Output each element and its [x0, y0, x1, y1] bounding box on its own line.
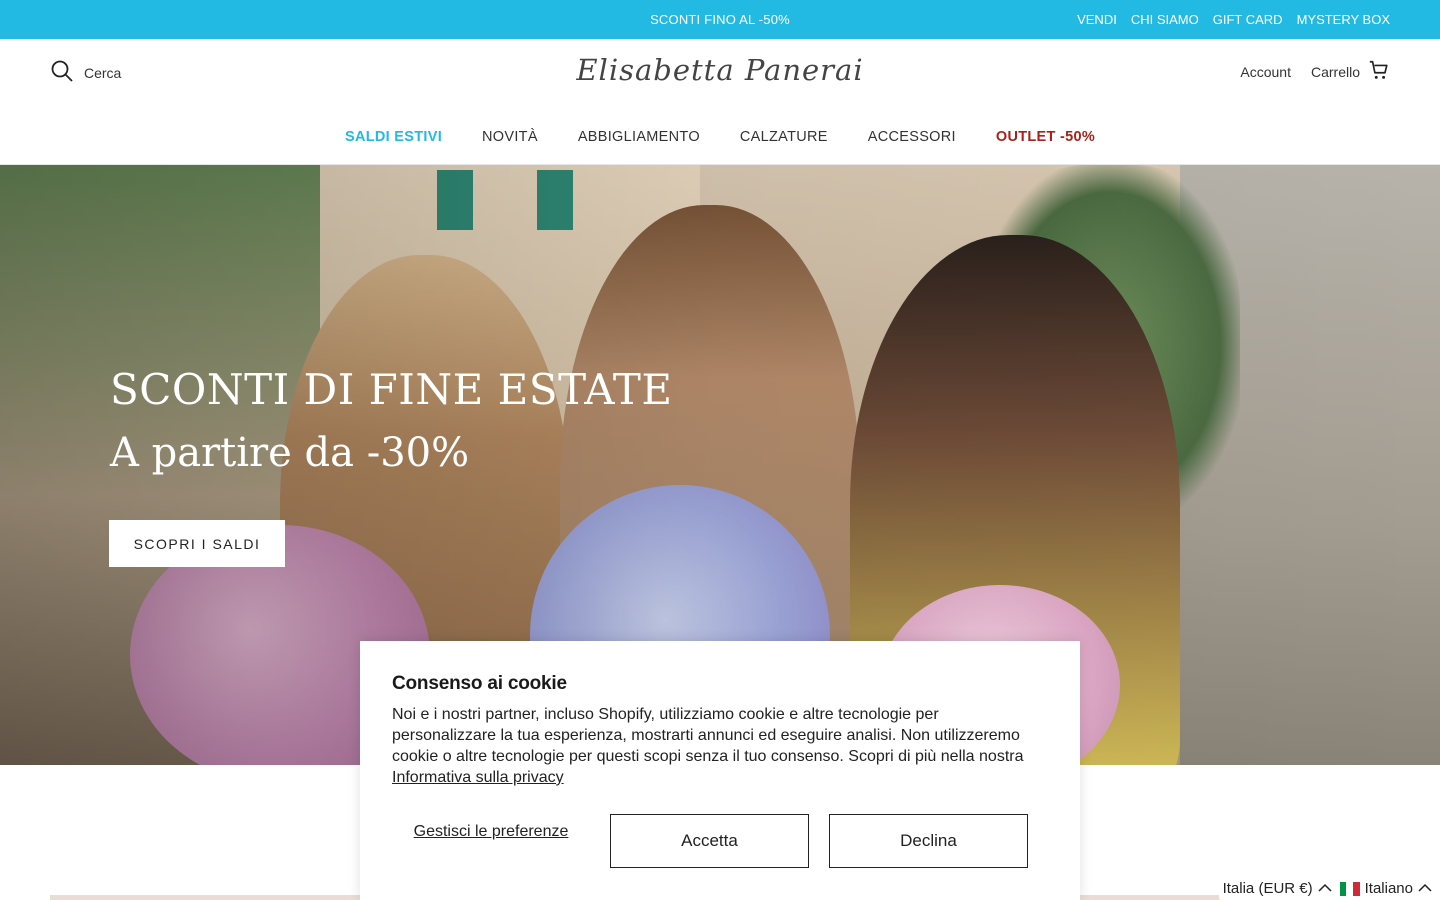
accept-button[interactable]: Accetta — [610, 814, 809, 868]
top-link-chi-siamo[interactable]: CHI SIAMO — [1131, 12, 1199, 27]
top-link-mystery-box[interactable]: MYSTERY BOX — [1297, 12, 1390, 27]
cookie-consent-dialog: Consenso ai cookie Noi e i nostri partne… — [360, 641, 1080, 900]
cart-button[interactable]: Carrello — [1311, 59, 1390, 84]
top-links: VENDI CHI SIAMO GIFT CARD MYSTERY BOX — [1077, 12, 1390, 27]
country-selector[interactable]: Italia (EUR €) — [1223, 880, 1332, 897]
cart-label: Carrello — [1310, 63, 1360, 80]
main-nav: SALDI ESTIVI NOVITÀ ABBIGLIAMENTO CALZAT… — [0, 109, 1440, 165]
hero-title: SCONTI DI FINE ESTATE — [110, 365, 673, 414]
italy-flag-icon — [1339, 881, 1360, 896]
chevron-up-icon — [1418, 880, 1432, 897]
top-link-gift-card[interactable]: GIFT CARD — [1213, 12, 1283, 27]
cookie-body-text: Noi e i nostri partner, incluso Shopify,… — [392, 706, 1024, 765]
manage-preferences-link[interactable]: Gestisci le preferenze — [392, 822, 590, 841]
nav-item-outlet[interactable]: OUTLET -50% — [996, 129, 1095, 145]
cookie-body: Noi e i nostri partner, incluso Shopify,… — [392, 704, 1042, 788]
nav-item-calzature[interactable]: CALZATURE — [740, 129, 828, 145]
collection-image-edge — [50, 895, 360, 900]
logo[interactable]: Elisabetta Panerai — [0, 53, 1440, 87]
account-link[interactable]: Account — [1240, 64, 1291, 80]
header-actions: Account Carrello — [1240, 59, 1390, 84]
nav-item-accessori[interactable]: ACCESSORI — [868, 129, 956, 145]
logo-text: Elisabetta Panerai — [576, 53, 864, 87]
cookie-title: Consenso ai cookie — [392, 673, 567, 694]
top-link-vendi[interactable]: VENDI — [1077, 12, 1117, 27]
cart-icon — [1368, 59, 1390, 84]
locale-selectors: Italia (EUR €) Italiano — [1218, 878, 1436, 899]
hero-cta-button[interactable]: SCOPRI I SALDI — [109, 520, 285, 567]
nav-item-abbigliamento[interactable]: ABBIGLIAMENTO — [578, 129, 700, 145]
nav-item-saldi-estivi[interactable]: SALDI ESTIVI — [345, 129, 442, 145]
language-label: Italiano — [1364, 880, 1413, 897]
collection-image-edge — [1080, 895, 1220, 900]
hero-subtitle: A partire da -30% — [110, 430, 470, 476]
decline-button[interactable]: Declina — [829, 814, 1028, 868]
privacy-policy-link[interactable]: Informativa sulla privacy — [392, 769, 564, 786]
site-header: Cerca Elisabetta Panerai Account Carrell… — [0, 39, 1440, 109]
language-selector[interactable]: Italiano — [1339, 880, 1432, 897]
country-label: Italia (EUR €) — [1222, 880, 1313, 897]
nav-item-novita[interactable]: NOVITÀ — [482, 129, 538, 145]
chevron-up-icon — [1318, 880, 1332, 897]
announcement-bar: SCONTI FINO AL -50% VENDI CHI SIAMO GIFT… — [0, 0, 1440, 39]
